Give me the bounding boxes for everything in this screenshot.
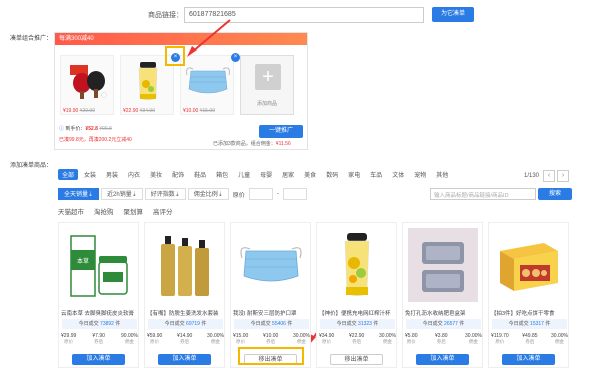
category-tabs: 全部 女装 男装 内衣 美妆 配饰 鞋品 箱包 儿童 母婴 居家 美食 数码 家… <box>58 168 454 180</box>
search-button[interactable]: 搜索 <box>538 188 572 200</box>
product-name: 免打孔沥水收纳肥皂盒架 <box>405 311 466 317</box>
price-stats: ¥59.90 原价 ¥14.90 券后 30.00% 佣金 <box>147 333 224 344</box>
product-name: 【神价】便携充电网红榨汁杯 <box>319 311 391 317</box>
category-item[interactable]: 宠物 <box>410 169 430 180</box>
daily-sales: 今日成交 15317 件 <box>492 319 567 329</box>
tab-high-rating[interactable]: 高评分 <box>153 206 173 216</box>
product-card: 免打孔沥水收纳肥皂盒架 今日成交 26577 件 ¥5.80 原价 ¥3.80 券后… <box>402 222 483 368</box>
category-item[interactable]: 母婴 <box>256 169 276 180</box>
category-item[interactable]: 车品 <box>366 169 386 180</box>
ointment-image: 本草 <box>60 224 137 306</box>
product-search-input[interactable]: 输入商品标题/商品链接/商品ID <box>430 188 536 200</box>
svg-text:本草: 本草 <box>76 257 88 265</box>
remove-from-combo-button[interactable]: 移出凑单 <box>330 354 383 365</box>
biscuit-box-image <box>490 224 567 306</box>
product-name: 【拍3件】好吃点饼干零食 <box>491 311 555 317</box>
product-card: 【有嘴】防脱生姜洗发水套装 今日成交 69719 件 ¥59.90 原价 ¥14.… <box>144 222 225 368</box>
price-stats: ¥34.90 原价 ¥22.90 券后 30.00% 佣金 <box>319 333 396 344</box>
sort-bar: 全天销量⇣ 近2h销量⇣ 好评指数⇣ 佣金比例⇣ 原价 - <box>58 188 309 200</box>
add-to-combo-button[interactable]: 加入凑单 <box>158 354 211 365</box>
juicer-image <box>318 224 395 306</box>
tab-flash-sale[interactable]: 淘抢购 <box>94 206 114 216</box>
price-stats: ¥15.00 原价 ¥10.00 券后 30.00% 佣金 <box>233 333 310 344</box>
price-range-label: 原价 <box>232 192 245 199</box>
category-item[interactable]: 箱包 <box>212 169 232 180</box>
product-card: 【神价】便携充电网红榨汁杯 今日成交 31323 件 ¥34.90 原价 ¥22.… <box>316 222 397 368</box>
prev-page-button[interactable]: ‹ <box>543 170 556 182</box>
category-item[interactable]: 配饰 <box>168 169 188 180</box>
add-to-combo-button[interactable]: 加入凑单 <box>416 354 469 365</box>
channel-tabs: 天猫超市 淘抢购 聚划算 高评分 <box>58 206 183 216</box>
category-item[interactable]: 家电 <box>344 169 364 180</box>
daily-sales: 今日成交 69719 件 <box>148 319 223 329</box>
list-title: 添加凑单商品： <box>10 163 53 169</box>
price-stats: ¥29.99 原价 ¥7.90 券后 90.00% 佣金 <box>61 333 138 344</box>
range-dash: - <box>276 191 279 197</box>
category-item[interactable]: 女装 <box>80 169 100 180</box>
daily-sales: 今日成交 73892 件 <box>62 319 137 329</box>
price-min-input[interactable] <box>248 188 273 200</box>
category-item[interactable]: 鞋品 <box>190 169 210 180</box>
category-item[interactable]: 儿童 <box>234 169 254 180</box>
shampoo-image <box>146 224 223 306</box>
daily-sales: 今日成交 31323 件 <box>320 319 395 329</box>
soap-rack-image <box>404 224 481 306</box>
product-card: 本草 云南本草 去脚臭脚疣皮炎软膏 今日成交 73892 件 ¥29.99 原价 … <box>58 222 139 368</box>
tab-juhuasuan[interactable]: 聚划算 <box>124 206 144 216</box>
pager: 1/130 ‹ › <box>524 170 570 182</box>
price-stats: ¥119.70 原价 ¥49.85 券后 30.00% 佣金 <box>491 333 568 344</box>
category-item[interactable]: 美妆 <box>146 169 166 180</box>
daily-sales: 今日成交 55406 件 <box>234 319 309 329</box>
mask-image <box>232 224 309 306</box>
price-max-input[interactable] <box>282 188 307 200</box>
next-page-button[interactable]: › <box>557 170 570 182</box>
sort-daily-sales[interactable]: 全天销量⇣ <box>58 188 100 200</box>
add-to-combo-button[interactable]: 加入凑单 <box>502 354 555 365</box>
category-item[interactable]: 内衣 <box>124 169 144 180</box>
category-item[interactable]: 美食 <box>300 169 320 180</box>
product-name: 我没I 耐斯安三层防护口罩 <box>233 311 297 317</box>
daily-sales: 今日成交 26577 件 <box>406 319 481 329</box>
category-item[interactable]: 男装 <box>102 169 122 180</box>
sort-commission[interactable]: 佣金比例⇣ <box>187 188 229 200</box>
category-item[interactable]: 居家 <box>278 169 298 180</box>
price-stats: ¥5.80 原价 ¥3.80 券后 30.00% 佣金 <box>405 333 482 344</box>
highlight-box <box>238 347 304 365</box>
category-all[interactable]: 全部 <box>58 168 79 180</box>
tab-tmall-supermarket[interactable]: 天猫超市 <box>58 206 84 216</box>
product-card: 【拍3件】好吃点饼干零食 今日成交 15317 件 ¥119.70 原价 ¥49.… <box>488 222 569 368</box>
product-name: 【有嘴】防脱生姜洗发水套装 <box>147 311 219 317</box>
add-to-combo-button[interactable]: 加入凑单 <box>72 354 125 365</box>
product-name: 云南本草 去脚臭脚疣皮炎软膏 <box>61 311 135 317</box>
category-item[interactable]: 数码 <box>322 169 342 180</box>
category-item[interactable]: 文体 <box>388 169 408 180</box>
page-indicator: 1/130 <box>524 173 540 179</box>
sort-2h-sales[interactable]: 近2h销量⇣ <box>101 188 143 200</box>
category-item[interactable]: 其他 <box>432 169 452 180</box>
sort-rating[interactable]: 好评指数⇣ <box>144 188 186 200</box>
